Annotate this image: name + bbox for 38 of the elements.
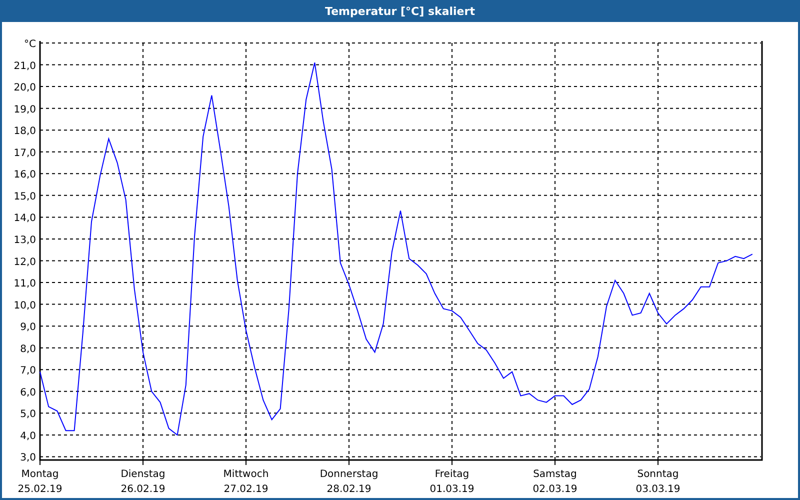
tick-mark <box>554 460 556 466</box>
x-tick-date: 01.03.19 <box>430 484 474 495</box>
x-tick-date: 02.03.19 <box>532 484 578 495</box>
y-tick-label: 7,0 <box>20 366 36 377</box>
y-tick-label: 4,0 <box>20 430 36 442</box>
x-tick-date: 26.02.19 <box>120 484 166 495</box>
x-tick-label: Dienstag <box>120 469 166 480</box>
x-tick-date: 25.02.19 <box>18 484 62 495</box>
y-tick-label: 17,0 <box>14 148 36 159</box>
y-axis-unit: °C <box>24 39 36 50</box>
tick-mark <box>348 460 350 466</box>
x-tick-date: 27.02.19 <box>224 484 268 495</box>
y-tick-label: 19,0 <box>14 104 36 116</box>
y-tick-label: 15,0 <box>14 191 36 202</box>
x-tick-date: 28.02.19 <box>326 484 372 495</box>
y-tick-label: 12,0 <box>14 256 36 268</box>
y-tick-label: 10,0 <box>14 300 36 312</box>
x-tick-label: Samstag <box>533 469 577 480</box>
y-tick-label: 14,0 <box>14 213 36 224</box>
x-tick-label: Donnerstag <box>320 469 378 480</box>
tick-mark <box>142 460 144 466</box>
x-tick-date: 03.03.19 <box>636 484 680 495</box>
y-tick-label: 5,0 <box>20 409 36 420</box>
x-tick-label: Sonntag <box>637 469 679 480</box>
y-tick-label: 21,0 <box>14 60 36 72</box>
window-title: Temperatur [°C] skaliert <box>324 4 476 20</box>
y-tick-label: 3,0 <box>20 452 36 464</box>
y-tick-label: 13,0 <box>14 234 36 246</box>
x-tick-label: Freitag <box>434 469 470 480</box>
y-tick-label: 16,0 <box>14 170 36 181</box>
x-tick-label: Montag <box>21 469 59 480</box>
y-tick-label: 9,0 <box>20 322 36 334</box>
y-tick-label: 8,0 <box>20 344 36 355</box>
x-tick-label: Mittwoch <box>223 469 269 480</box>
y-tick-label: 11,0 <box>14 278 36 290</box>
y-tick-label: 18,0 <box>14 126 36 138</box>
y-tick-label: 20,0 <box>14 82 36 94</box>
y-tick-label: 6,0 <box>20 387 36 398</box>
